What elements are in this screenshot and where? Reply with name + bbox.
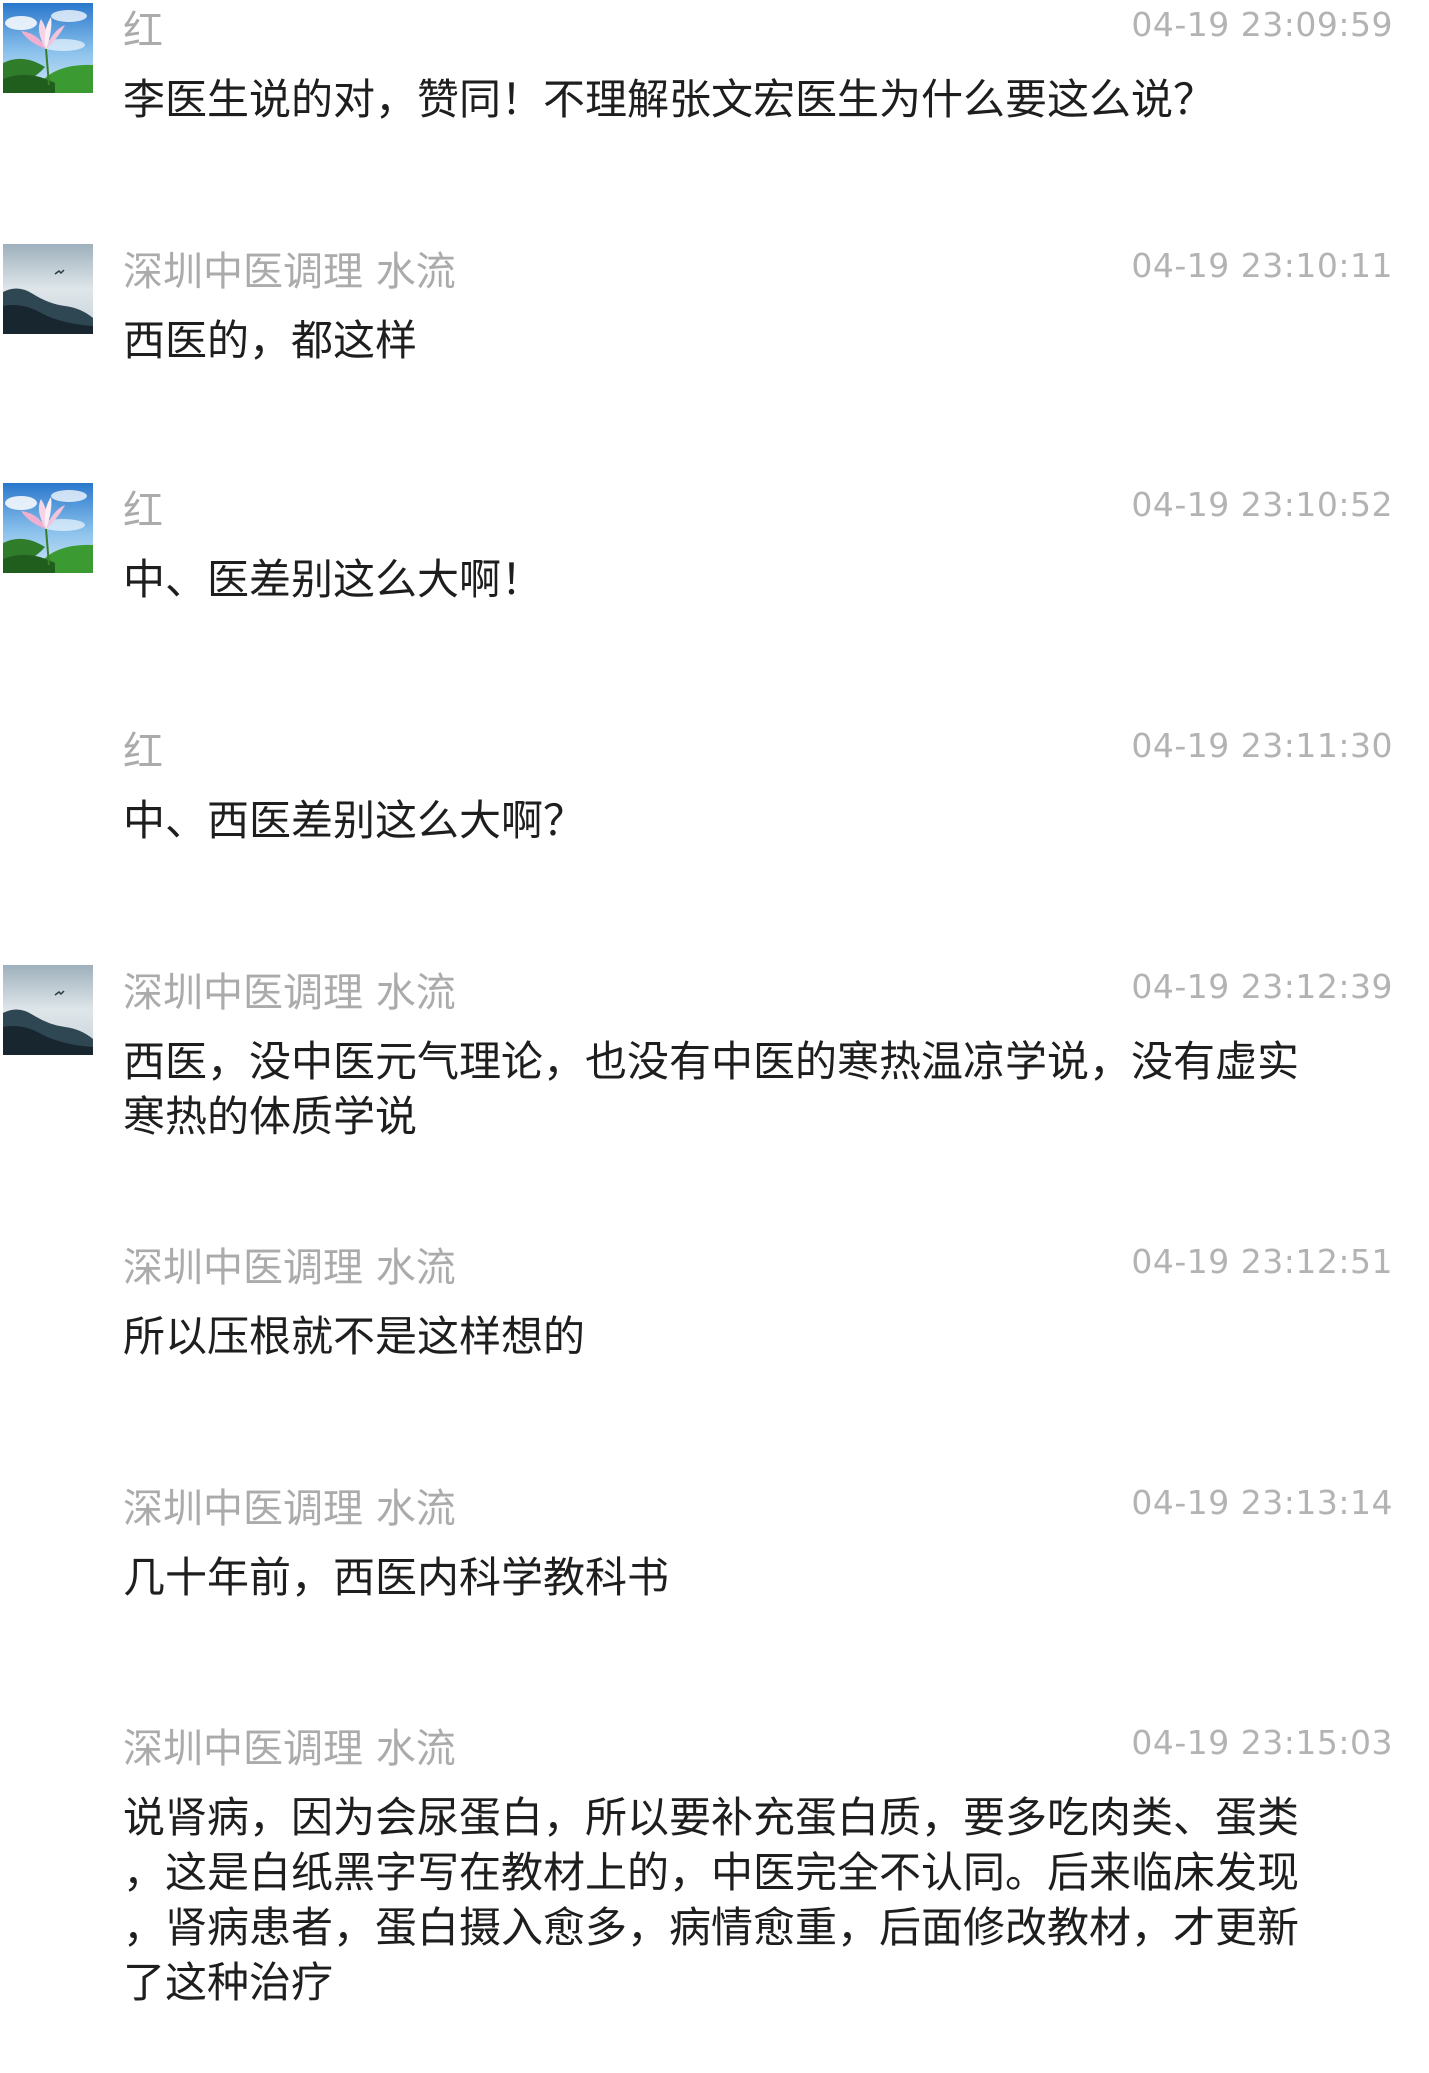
- message-timestamp: 04-19 23:11:30: [1131, 726, 1393, 765]
- message-line: 李医生说的对，赞同！不理解张文宏医生为什么要这么说？: [123, 75, 1216, 124]
- message-timestamp: 04-19 23:15:03: [1131, 1723, 1393, 1762]
- message-line: 西医，没中医元气理论，也没有中医的寒热温凉学说，没有虚实: [123, 1037, 1300, 1086]
- sender-name[interactable]: 深圳中医调理 水流: [123, 1487, 456, 1531]
- avatar-mountain-icon[interactable]: [3, 965, 93, 1055]
- message-line: 中、西医差别这么大啊？: [123, 796, 586, 845]
- avatar-mountain-icon[interactable]: [3, 244, 93, 334]
- message-item: 深圳中医调理 水流 04-19 23:15:03 说肾病，因为会尿蛋白，所以要补…: [0, 1718, 1429, 2038]
- sender-name[interactable]: 深圳中医调理 水流: [123, 971, 456, 1015]
- sender-name[interactable]: 红: [123, 9, 163, 53]
- message-text: 中、西医差别这么大啊？: [123, 793, 1323, 848]
- message-line: 西医的，都这样: [123, 316, 418, 365]
- message-line: 中、医差别这么大啊！: [123, 555, 544, 604]
- message-text: 李医生说的对，赞同！不理解张文宏医生为什么要这么说？: [123, 72, 1323, 127]
- message-item: 深圳中医调理 水流 04-19 23:13:14 几十年前，西医内科学教科书: [0, 1478, 1429, 1708]
- message-timestamp: 04-19 23:12:39: [1131, 967, 1393, 1006]
- message-item: 深圳中医调理 水流 04-19 23:10:11 西医的，都这样: [0, 241, 1429, 471]
- message-timestamp: 04-19 23:13:14: [1131, 1483, 1393, 1522]
- message-text: 说肾病，因为会尿蛋白，所以要补充蛋白质，要多吃肉类、蛋类 ，这是白纸黑字写在教材…: [123, 1790, 1323, 2010]
- message-line: ，肾病患者，蛋白摄入愈多，病情愈重，后面修改教材，才更新: [123, 1903, 1300, 1952]
- message-timestamp: 04-19 23:12:51: [1131, 1242, 1393, 1281]
- message-text: 西医的，都这样: [123, 313, 1323, 368]
- message-line: ，这是白纸黑字写在教材上的，中医完全不认同。后来临床发现: [123, 1848, 1300, 1897]
- message-line: 所以压根就不是这样想的: [123, 1312, 586, 1361]
- sender-name[interactable]: 深圳中医调理 水流: [123, 1246, 456, 1290]
- message-timestamp: 04-19 23:10:11: [1131, 246, 1393, 285]
- sender-name[interactable]: 红: [123, 489, 163, 533]
- sender-name[interactable]: 深圳中医调理 水流: [123, 1727, 456, 1771]
- message-line: 寒热的体质学说: [123, 1092, 418, 1141]
- chat-list: 红 04-19 23:09:59 李医生说的对，赞同！不理解张文宏医生为什么要这…: [0, 0, 1429, 2073]
- sender-name[interactable]: 深圳中医调理 水流: [123, 250, 456, 294]
- message-item: 红 04-19 23:10:52 中、医差别这么大啊！: [0, 480, 1429, 710]
- message-timestamp: 04-19 23:09:59: [1131, 5, 1393, 44]
- sender-name[interactable]: 红: [123, 730, 163, 774]
- message-line: 了这种治疗: [123, 1958, 334, 2007]
- message-item: 红 04-19 23:11:30 中、西医差别这么大啊？: [0, 721, 1429, 951]
- avatar-lotus-icon[interactable]: [3, 3, 93, 93]
- message-item: 红 04-19 23:09:59 李医生说的对，赞同！不理解张文宏医生为什么要这…: [0, 0, 1429, 230]
- message-line: 几十年前，西医内科学教科书: [123, 1553, 670, 1602]
- message-line: 说肾病，因为会尿蛋白，所以要补充蛋白质，要多吃肉类、蛋类: [123, 1793, 1300, 1842]
- message-text: 西医，没中医元气理论，也没有中医的寒热温凉学说，没有虚实 寒热的体质学说: [123, 1034, 1323, 1144]
- message-text: 中、医差别这么大啊！: [123, 552, 1323, 607]
- message-text: 几十年前，西医内科学教科书: [123, 1550, 1323, 1605]
- message-text: 所以压根就不是这样想的: [123, 1309, 1323, 1364]
- message-item: 深圳中医调理 水流 04-19 23:12:51 所以压根就不是这样想的: [0, 1237, 1429, 1467]
- message-item: 深圳中医调理 水流 04-19 23:12:39 西医，没中医元气理论，也没有中…: [0, 962, 1429, 1192]
- message-timestamp: 04-19 23:10:52: [1131, 485, 1393, 524]
- avatar-lotus-icon[interactable]: [3, 483, 93, 573]
